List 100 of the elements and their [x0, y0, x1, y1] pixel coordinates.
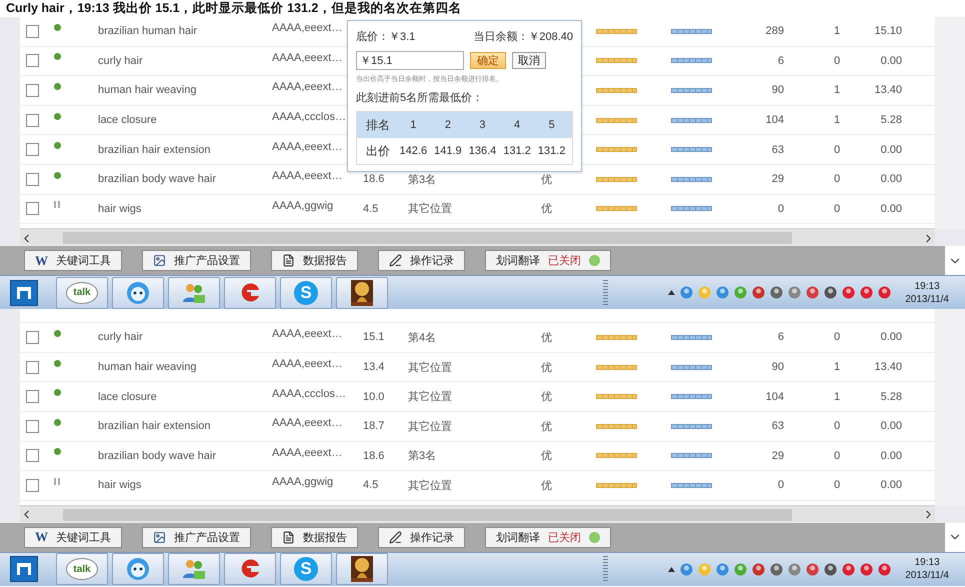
contacts-app-button[interactable]: [168, 276, 220, 309]
chat-app-button[interactable]: talk: [56, 276, 108, 309]
toolbar-button[interactable]: 操作记录: [378, 250, 465, 272]
photo-app-button[interactable]: [336, 553, 388, 586]
quality-text: 优: [541, 172, 553, 187]
checkbox[interactable]: [26, 54, 39, 68]
product-text: AAAA,eeext…: [272, 81, 344, 94]
checkbox[interactable]: [26, 24, 39, 38]
arrow-up-icon[interactable]: [668, 566, 676, 572]
toolbar-button[interactable]: 划词翻译 已关闭: [485, 526, 611, 548]
people-icon: [182, 558, 206, 580]
impressions-text: 29: [770, 173, 785, 186]
checkbox[interactable]: [26, 330, 39, 344]
product-text: AAAA,eeext…: [272, 446, 344, 459]
toolbar-button[interactable]: W 关键词工具: [24, 250, 122, 272]
cost-text: 0.00: [880, 420, 903, 432]
status-text: 已关闭: [548, 530, 581, 545]
bid-input[interactable]: ￥15.1: [356, 51, 464, 70]
rank-header-cell-text: 4: [513, 119, 522, 131]
product-text: AAAA,eeext…: [272, 170, 344, 182]
score-bar: [671, 206, 712, 212]
rank-header-cell-text: 3: [478, 119, 487, 131]
messenger-app-button[interactable]: [112, 276, 164, 309]
toolbar-button[interactable]: W 关键词工具: [24, 526, 122, 548]
cost-text: 0.00: [880, 144, 903, 156]
product-text: AAAA,eeext…: [272, 22, 344, 34]
product-text: AAAA,eeext…: [272, 417, 344, 430]
rating-bar: [596, 394, 637, 400]
pen-icon: [389, 530, 402, 544]
skype-logo-icon: S: [294, 280, 318, 305]
checkbox[interactable]: [26, 449, 39, 462]
clicks-text: 1: [832, 84, 842, 96]
rank-header-cell-text: 排名: [365, 116, 391, 134]
rank-text: 其它位置: [408, 420, 453, 434]
time-text: 19:13: [914, 280, 940, 293]
bid-text: 18.6: [363, 450, 386, 462]
checkbox[interactable]: [26, 390, 39, 404]
start-button[interactable]: [10, 556, 38, 582]
product-text: AAAA,ccclos…: [272, 388, 347, 400]
horizontal-scrollbar[interactable]: [20, 231, 935, 246]
checkbox[interactable]: [26, 114, 39, 127]
quality-text: 优: [541, 420, 553, 434]
product-text: AAAA,eeext…: [272, 140, 344, 153]
rank-text: 其它位置: [408, 390, 453, 404]
floor-price-text: 底价：￥3.1: [356, 30, 416, 44]
cost-text: 13.40: [873, 361, 903, 374]
window-logo-icon: [17, 286, 31, 299]
checkbox[interactable]: [26, 172, 39, 186]
toolbar-button[interactable]: 划词翻译 已关闭: [485, 250, 611, 272]
cost-text: 13.40: [873, 84, 903, 96]
date-text: 2013/11/4: [905, 569, 949, 582]
clicks-text: 0: [832, 54, 842, 67]
arrow-up-icon[interactable]: [668, 290, 676, 296]
impressions-text: 90: [770, 84, 785, 96]
toolbar-button[interactable]: 操作记录: [378, 526, 465, 548]
messenger-app-button[interactable]: [112, 553, 164, 586]
window-logo-icon: [17, 563, 31, 576]
cancel-button[interactable]: 取消: [512, 52, 546, 69]
impressions-text: 289: [764, 25, 785, 38]
g-logo-app-button[interactable]: [224, 276, 276, 309]
bid-text: 13.4: [363, 361, 386, 374]
toolbar-button[interactable]: 推广产品设置: [142, 526, 251, 548]
keyword-text: human hair weaving: [98, 84, 198, 96]
checkbox[interactable]: [26, 143, 39, 156]
score-bar: [671, 394, 712, 400]
rank-text: 其它位置: [408, 360, 453, 375]
checkbox[interactable]: [26, 420, 39, 433]
speech-bubble-icon: talk: [66, 558, 98, 580]
quality-text: 优: [541, 202, 553, 216]
impressions-text: 63: [770, 144, 785, 156]
quality-text: 优: [541, 360, 553, 375]
bid-text: 4.5: [363, 202, 380, 215]
checkbox[interactable]: [26, 478, 39, 492]
clock[interactable]: 19:13 2013/11/4: [905, 280, 949, 306]
horizontal-scrollbar[interactable]: [20, 508, 935, 522]
checkbox[interactable]: [26, 202, 39, 216]
score-bar: [671, 58, 712, 64]
toolbar-button[interactable]: 推广产品设置: [142, 250, 251, 272]
contacts-app-button[interactable]: [168, 553, 220, 586]
swirl-logo-icon: [239, 282, 261, 304]
bid-text: 10.0: [363, 390, 386, 403]
g-logo-app-button[interactable]: [224, 553, 276, 586]
chat-app-button[interactable]: talk: [56, 553, 108, 586]
impressions-text: 6: [776, 54, 785, 67]
clock[interactable]: 19:13 2013/11/4: [905, 556, 949, 582]
help-icon: [589, 255, 600, 266]
checkbox[interactable]: [26, 84, 39, 97]
swirl-logo-icon: [239, 558, 261, 580]
checkbox[interactable]: [26, 360, 39, 374]
price-cell-text: 131.2: [502, 145, 532, 157]
help-icon: [589, 532, 600, 543]
impressions-text: 104: [764, 390, 785, 403]
photo-app-button[interactable]: [336, 276, 388, 309]
toolbar-button[interactable]: 数据报告: [271, 526, 358, 548]
rank-header-cell-text: 1: [409, 119, 418, 131]
confirm-button[interactable]: 确定: [470, 52, 506, 69]
speech-bubble-icon: talk: [66, 282, 98, 304]
toolbar-button[interactable]: 数据报告: [271, 250, 358, 272]
start-button[interactable]: [10, 280, 38, 306]
rank-text: 第3名: [408, 449, 438, 464]
